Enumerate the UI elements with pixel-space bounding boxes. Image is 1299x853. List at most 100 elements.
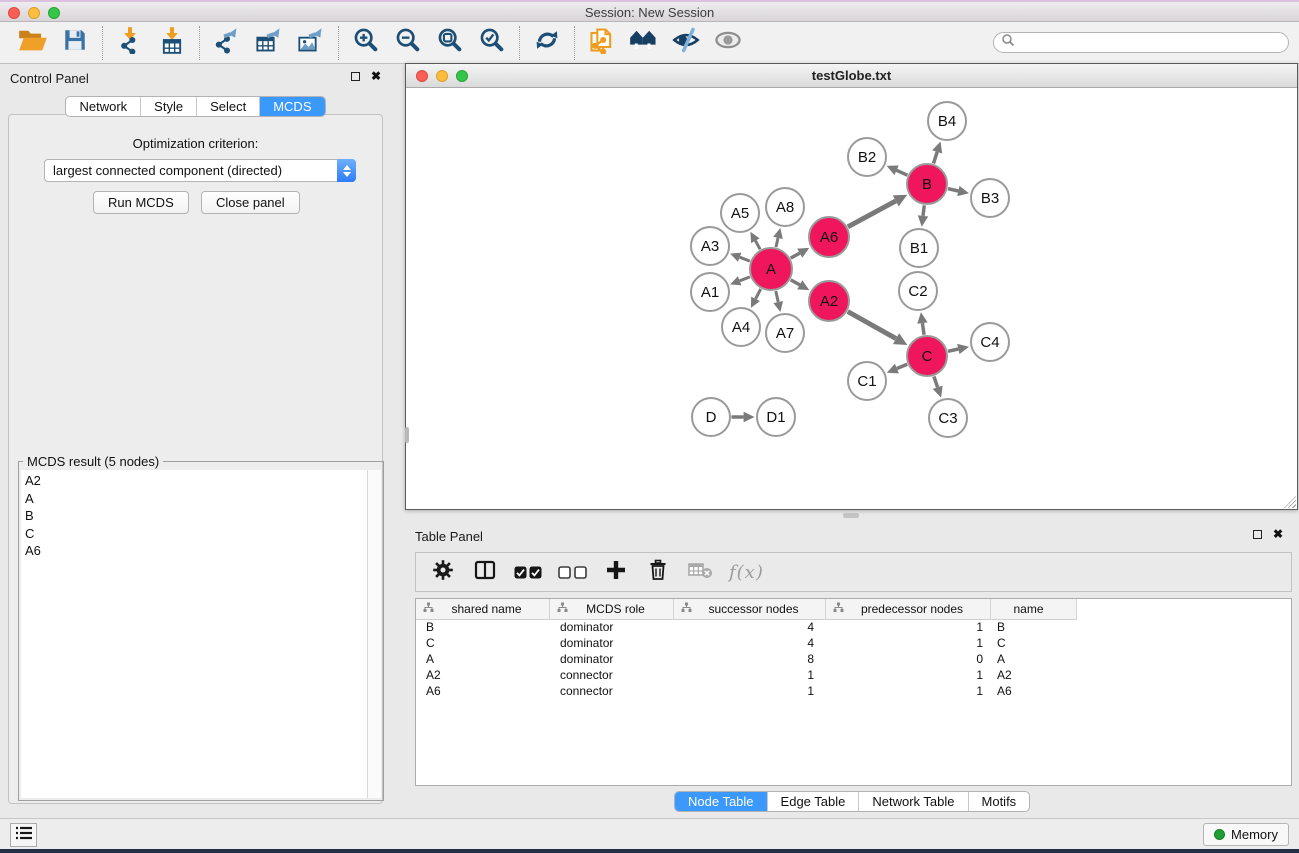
table-row[interactable]: Bdominator41B [416, 620, 1291, 636]
node-A2[interactable]: A2 [809, 281, 849, 321]
hide-selected-button[interactable] [668, 26, 704, 60]
column-header-name[interactable]: name [991, 599, 1077, 620]
close-panel-icon[interactable]: ✖ [371, 71, 381, 82]
node-D[interactable]: D [692, 398, 730, 436]
close-panel-button[interactable]: Close panel [201, 191, 300, 214]
node-B1[interactable]: B1 [900, 229, 938, 267]
node-A[interactable]: A [750, 248, 792, 290]
zoom-in-button[interactable] [348, 26, 384, 60]
node-B3[interactable]: B3 [971, 179, 1009, 217]
edge-C-C2[interactable] [917, 312, 927, 334]
network-vertical-scrollbar[interactable] [405, 427, 409, 443]
edge-B-B4[interactable] [932, 142, 942, 164]
zoom-fit-button[interactable] [432, 26, 468, 60]
edge-A-A6[interactable] [791, 248, 810, 258]
delete-table-button[interactable] [687, 557, 713, 587]
node-A5[interactable]: A5 [721, 194, 759, 232]
edge-C-C4[interactable] [948, 344, 969, 354]
node-B2[interactable]: B2 [848, 138, 886, 176]
edge-A-A3[interactable] [730, 253, 750, 262]
node-B4[interactable]: B4 [928, 102, 966, 140]
settings-gear-button[interactable] [430, 557, 456, 587]
column-header-successor-nodes[interactable]: successor nodes [674, 599, 826, 620]
search-input[interactable] [1019, 34, 1288, 51]
node-A6[interactable]: A6 [809, 217, 849, 257]
tab-select[interactable]: Select [196, 97, 259, 116]
optimization-criterion-select[interactable]: largest connected component (directed) [44, 159, 356, 182]
table-row[interactable]: Adominator80A [416, 652, 1291, 668]
edge-A-A2[interactable] [791, 280, 810, 290]
export-table-button[interactable] [251, 26, 287, 60]
save-session-button[interactable] [57, 26, 93, 60]
node-A1[interactable]: A1 [691, 273, 729, 311]
table-tab-motifs[interactable]: Motifs [968, 792, 1030, 811]
add-column-button[interactable] [603, 557, 629, 587]
node-A8[interactable]: A8 [766, 188, 804, 226]
node-C3[interactable]: C3 [929, 399, 967, 437]
edge-B-B2[interactable] [887, 166, 908, 176]
delete-column-button[interactable] [645, 557, 671, 587]
table-tab-edge-table[interactable]: Edge Table [767, 792, 859, 811]
edge-D-D1[interactable] [732, 412, 755, 422]
open-file-button[interactable] [15, 26, 51, 60]
edge-A-A8[interactable] [773, 228, 783, 247]
network-window-titlebar[interactable]: testGlobe.txt [406, 64, 1297, 88]
node-C[interactable]: C [907, 336, 947, 376]
zoom-selected-button[interactable] [474, 26, 510, 60]
mcds-result-item[interactable]: C [25, 525, 367, 543]
deselect-all-button[interactable] [558, 557, 587, 587]
table-row[interactable]: A2connector11A2 [416, 668, 1291, 684]
task-history-button[interactable] [10, 823, 37, 847]
node-A4[interactable]: A4 [722, 308, 760, 346]
node-A7[interactable]: A7 [766, 314, 804, 352]
network-horizontal-scrollbar[interactable] [843, 513, 859, 518]
tab-style[interactable]: Style [140, 97, 196, 116]
edge-B-B1[interactable] [918, 205, 928, 226]
edge-A6-B[interactable] [848, 195, 907, 227]
float-panel-icon[interactable] [351, 72, 360, 81]
float-table-panel-icon[interactable] [1253, 530, 1262, 539]
edge-C-C1[interactable] [887, 364, 907, 374]
select-all-button[interactable] [514, 557, 542, 587]
close-table-panel-icon[interactable]: ✖ [1273, 529, 1283, 540]
column-header-predecessor-nodes[interactable]: predecessor nodes [826, 599, 991, 620]
run-mcds-button[interactable]: Run MCDS [93, 191, 189, 214]
edge-A-A1[interactable] [730, 276, 750, 285]
split-columns-button[interactable] [472, 557, 498, 587]
result-list-scrollbar[interactable] [367, 470, 381, 798]
edge-B-B3[interactable] [948, 186, 969, 196]
node-D1[interactable]: D1 [757, 398, 795, 436]
export-network-button[interactable] [209, 26, 245, 60]
column-header-shared-name[interactable]: shared name [416, 599, 550, 620]
table-tab-node-table[interactable]: Node Table [675, 792, 767, 811]
export-image-button[interactable] [293, 26, 329, 60]
column-header-MCDS-role[interactable]: MCDS role [550, 599, 674, 620]
tab-network[interactable]: Network [66, 97, 140, 116]
mcds-result-item[interactable]: A2 [25, 472, 367, 490]
mcds-result-item[interactable]: A [25, 490, 367, 508]
table-tab-network-table[interactable]: Network Table [858, 792, 967, 811]
memory-button[interactable]: Memory [1203, 823, 1289, 846]
table-row[interactable]: A6connector11A6 [416, 684, 1291, 700]
import-table-button[interactable] [154, 26, 190, 60]
table-row[interactable]: Cdominator41C [416, 636, 1291, 652]
edge-A-A7[interactable] [773, 291, 783, 312]
session-documents-button[interactable] [584, 26, 620, 60]
mcds-result-item[interactable]: A6 [25, 542, 367, 560]
edge-A2-C[interactable] [848, 312, 908, 346]
node-C4[interactable]: C4 [971, 323, 1009, 361]
show-all-button[interactable] [710, 26, 746, 60]
node-C2[interactable]: C2 [899, 272, 937, 310]
zoom-out-button[interactable] [390, 26, 426, 60]
node-C1[interactable]: C1 [848, 362, 886, 400]
mcds-result-item[interactable]: B [25, 507, 367, 525]
search-field[interactable] [993, 32, 1289, 53]
edge-A-A4[interactable] [751, 289, 761, 308]
tab-mcds[interactable]: MCDS [259, 97, 324, 116]
node-A3[interactable]: A3 [691, 227, 729, 265]
node-B[interactable]: B [907, 164, 947, 204]
edge-C-C3[interactable] [933, 376, 943, 397]
import-network-button[interactable] [112, 26, 148, 60]
home-networks-button[interactable] [626, 26, 662, 60]
edge-A-A5[interactable] [750, 232, 760, 250]
